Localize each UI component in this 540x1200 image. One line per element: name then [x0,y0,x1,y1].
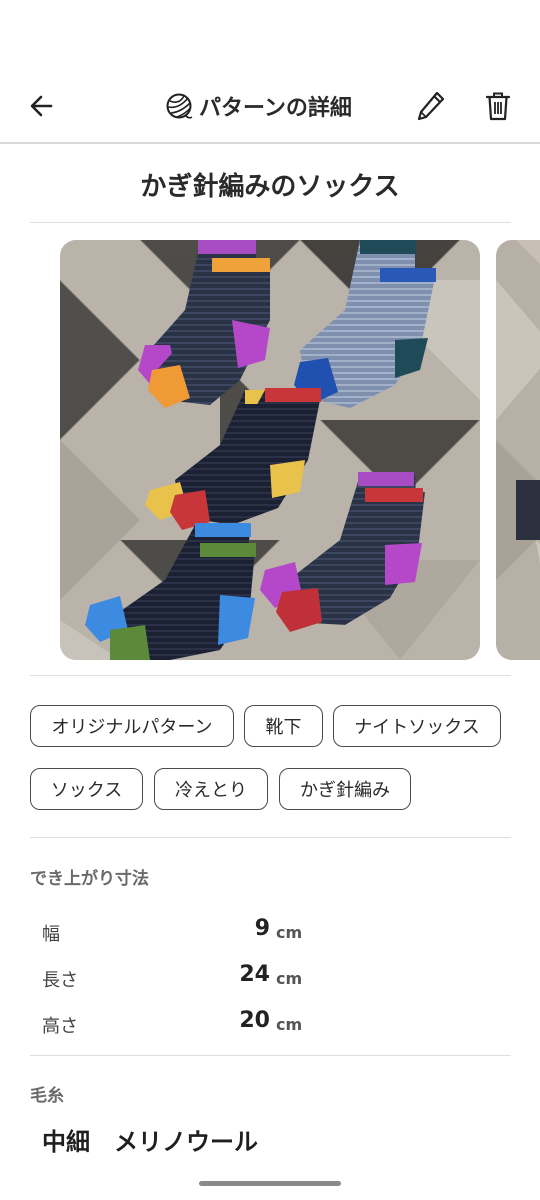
tag-chip[interactable]: ナイトソックス [333,705,501,747]
dimension-row-width: 幅 9 cm [42,916,342,946]
yarn-label: 毛糸 [30,1086,64,1106]
tag-chip[interactable]: かぎ針編み [279,768,411,810]
dimension-value: 20 [239,1008,270,1033]
divider [30,1055,511,1056]
delete-button[interactable] [476,84,520,128]
gallery-photo[interactable] [60,240,480,660]
tag-chip[interactable]: 冷えとり [154,768,268,810]
edit-button[interactable] [409,84,453,128]
divider [30,222,511,223]
dimension-row-length: 長さ 24 cm [42,962,342,992]
dimension-value: 24 [239,962,270,987]
dimension-label: 幅 [42,924,60,945]
app-title-group: パターンの詳細 [165,88,352,124]
page-title: パターンの詳細 [199,96,352,121]
yarn-value: 中細 メリノウール [42,1128,258,1156]
dimension-label: 高さ [42,1016,78,1037]
dimension-unit: cm [276,1015,303,1034]
trash-icon [485,92,511,121]
crocheted-socks-photo-2 [496,240,540,660]
app-bar: パターンの詳細 [0,0,540,144]
crocheted-socks-photo [60,240,480,660]
home-indicator[interactable] [199,1181,341,1186]
tag-chip[interactable]: ソックス [30,768,143,810]
dimension-value: 9 [254,916,270,941]
divider [30,675,511,676]
tag-chip[interactable]: 靴下 [244,705,323,747]
dimension-row-height: 高さ 20 cm [42,1008,342,1038]
gallery-photo-next[interactable] [496,240,540,660]
photo-gallery[interactable] [60,240,540,660]
dimensions-label: でき上がり寸法 [30,869,149,889]
arrow-left-icon [30,95,53,117]
back-button[interactable] [20,84,64,128]
dimension-unit: cm [276,969,303,988]
pencil-icon [417,91,445,121]
tag-chip[interactable]: オリジナルパターン [30,705,234,747]
pattern-title: かぎ針編みのソックス [140,172,400,202]
dimension-unit: cm [276,923,303,942]
yarn-ball-icon [166,93,193,119]
dimension-label: 長さ [42,970,78,991]
divider [30,837,511,838]
